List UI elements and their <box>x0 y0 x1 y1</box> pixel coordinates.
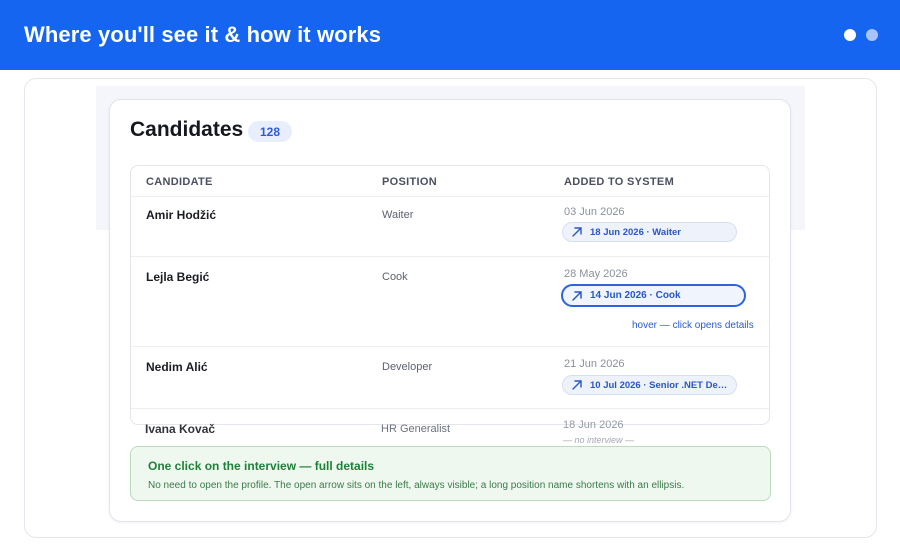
arrow-up-right-icon <box>572 290 582 301</box>
arrow-up-right-icon <box>572 227 582 237</box>
interview-chip[interactable]: 18 Jun 2026 · Waiter <box>562 222 737 242</box>
candidate-name[interactable]: Ivana Kovač <box>145 422 215 436</box>
info-callout: One click on the interview — full detail… <box>130 446 771 501</box>
arrow-up-right-icon <box>572 380 582 390</box>
count-badge: 128 <box>248 121 292 142</box>
header-bar: Where you'll see it & how it works <box>0 0 900 70</box>
info-title: One click on the interview — full detail… <box>148 459 375 473</box>
hover-hint: hover — click opens details <box>632 320 754 331</box>
candidate-name[interactable]: Lejla Begić <box>146 270 209 284</box>
candidate-position: Waiter <box>382 209 414 221</box>
row-divider <box>131 256 769 257</box>
pager-dots <box>844 29 878 41</box>
pager-dot-1[interactable] <box>844 29 856 41</box>
candidate-name[interactable]: Nedim Alić <box>146 360 208 374</box>
table-row[interactable]: Ivana Kovač HR Generalist 18 Jun 2026 — … <box>130 413 770 445</box>
interview-chip-label: 18 Jun 2026 · Waiter <box>590 226 681 238</box>
interview-chip-label: 14 Jun 2026 · Cook <box>590 290 681 301</box>
info-text: No need to open the profile. The open ar… <box>148 480 685 491</box>
row-divider <box>131 408 769 409</box>
no-interview-label: — no interview — <box>563 435 635 445</box>
row-divider <box>131 346 769 347</box>
candidates-table: CANDIDATE POSITION ADDED TO SYSTEM Amir … <box>130 165 770 425</box>
column-header-position: POSITION <box>382 176 437 188</box>
added-date: 03 Jun 2026 <box>564 206 625 218</box>
interview-chip-hovered[interactable]: 14 Jun 2026 · Cook <box>561 284 746 307</box>
interview-chip-label: 10 Jul 2026 · Senior .NET Devel... <box>590 379 728 391</box>
candidate-position: HR Generalist <box>381 423 451 435</box>
interview-chip[interactable]: 10 Jul 2026 · Senior .NET Devel... <box>562 375 737 395</box>
header-divider <box>131 196 769 197</box>
column-header-added: ADDED TO SYSTEM <box>564 176 675 188</box>
added-date: 28 May 2026 <box>564 268 628 280</box>
added-date: 21 Jun 2026 <box>564 358 625 370</box>
candidate-position: Developer <box>382 361 433 373</box>
header-title: Where you'll see it & how it works <box>24 22 382 47</box>
candidate-name[interactable]: Amir Hodžić <box>146 208 216 222</box>
column-header-candidate: CANDIDATE <box>146 176 213 188</box>
added-date: 18 Jun 2026 <box>563 419 624 431</box>
pager-dot-2[interactable] <box>866 29 878 41</box>
candidate-position: Cook <box>382 271 408 283</box>
page-title: Candidates <box>130 118 244 141</box>
